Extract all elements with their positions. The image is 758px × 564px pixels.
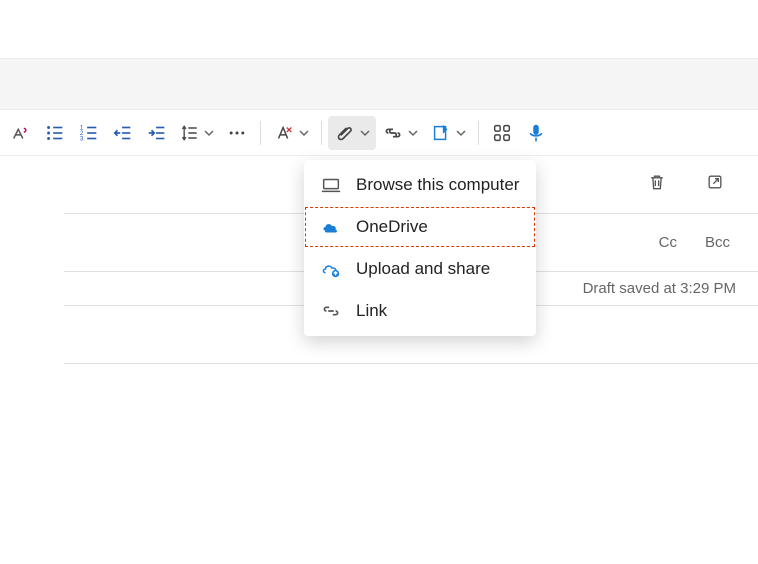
toolbar-separator (478, 121, 479, 145)
dictate-button[interactable] (519, 116, 553, 150)
window-top-gap (0, 0, 758, 58)
link-icon (320, 300, 342, 322)
signature-icon (430, 122, 452, 144)
signature-button[interactable] (424, 116, 472, 150)
menu-item-label: Link (356, 301, 387, 321)
increase-indent-icon (146, 122, 168, 144)
menu-item-label: Upload and share (356, 259, 490, 279)
text-style-icon (273, 122, 295, 144)
insert-link-button[interactable] (376, 116, 424, 150)
menu-item-label: Browse this computer (356, 175, 519, 195)
decrease-indent-icon (112, 122, 134, 144)
clear-formatting-button[interactable] (4, 116, 38, 150)
chevron-down-icon (456, 128, 466, 138)
toolbar-separator (321, 121, 322, 145)
chevron-down-icon (360, 128, 370, 138)
paperclip-icon (334, 122, 356, 144)
ribbon-background (0, 58, 758, 110)
apps-button[interactable] (485, 116, 519, 150)
decrease-indent-button[interactable] (106, 116, 140, 150)
line-spacing-icon (180, 123, 200, 143)
chevron-down-icon (204, 128, 214, 138)
link-icon (382, 122, 404, 144)
text-style-button[interactable] (267, 116, 315, 150)
apps-grid-icon (491, 122, 513, 144)
bulleted-list-icon (44, 122, 66, 144)
increase-indent-button[interactable] (140, 116, 174, 150)
cc-button[interactable]: Cc (659, 234, 677, 251)
attach-menu: Browse this computer OneDrive Upload and… (304, 160, 536, 336)
line-spacing-button[interactable] (174, 116, 220, 150)
bcc-button[interactable]: Bcc (705, 234, 730, 251)
chevron-down-icon (408, 128, 418, 138)
svg-text:3: 3 (80, 135, 84, 142)
draft-status-text: Draft saved at 3:29 PM (583, 280, 736, 297)
attach-button[interactable] (328, 116, 376, 150)
toolbar-separator (260, 121, 261, 145)
laptop-icon (320, 174, 342, 196)
onedrive-icon (320, 216, 342, 238)
more-options-button[interactable] (220, 116, 254, 150)
discard-draft-button[interactable] (642, 170, 672, 200)
attach-browse-computer[interactable]: Browse this computer (304, 164, 536, 206)
formatting-toolbar: 1 2 3 (0, 110, 758, 156)
attach-upload-share[interactable]: Upload and share (304, 248, 536, 290)
numbered-list-button[interactable]: 1 2 3 (72, 116, 106, 150)
chevron-down-icon (299, 128, 309, 138)
clear-formatting-icon (10, 122, 32, 144)
popout-button[interactable] (700, 170, 730, 200)
numbered-list-icon: 1 2 3 (78, 122, 100, 144)
menu-item-label: OneDrive (356, 217, 428, 237)
microphone-icon (525, 122, 547, 144)
trash-icon (647, 172, 667, 197)
ellipsis-icon (227, 123, 247, 143)
upload-share-icon (320, 258, 342, 280)
bulleted-list-button[interactable] (38, 116, 72, 150)
popout-icon (705, 172, 725, 197)
attach-onedrive[interactable]: OneDrive (304, 206, 536, 248)
attach-link[interactable]: Link (304, 290, 536, 332)
